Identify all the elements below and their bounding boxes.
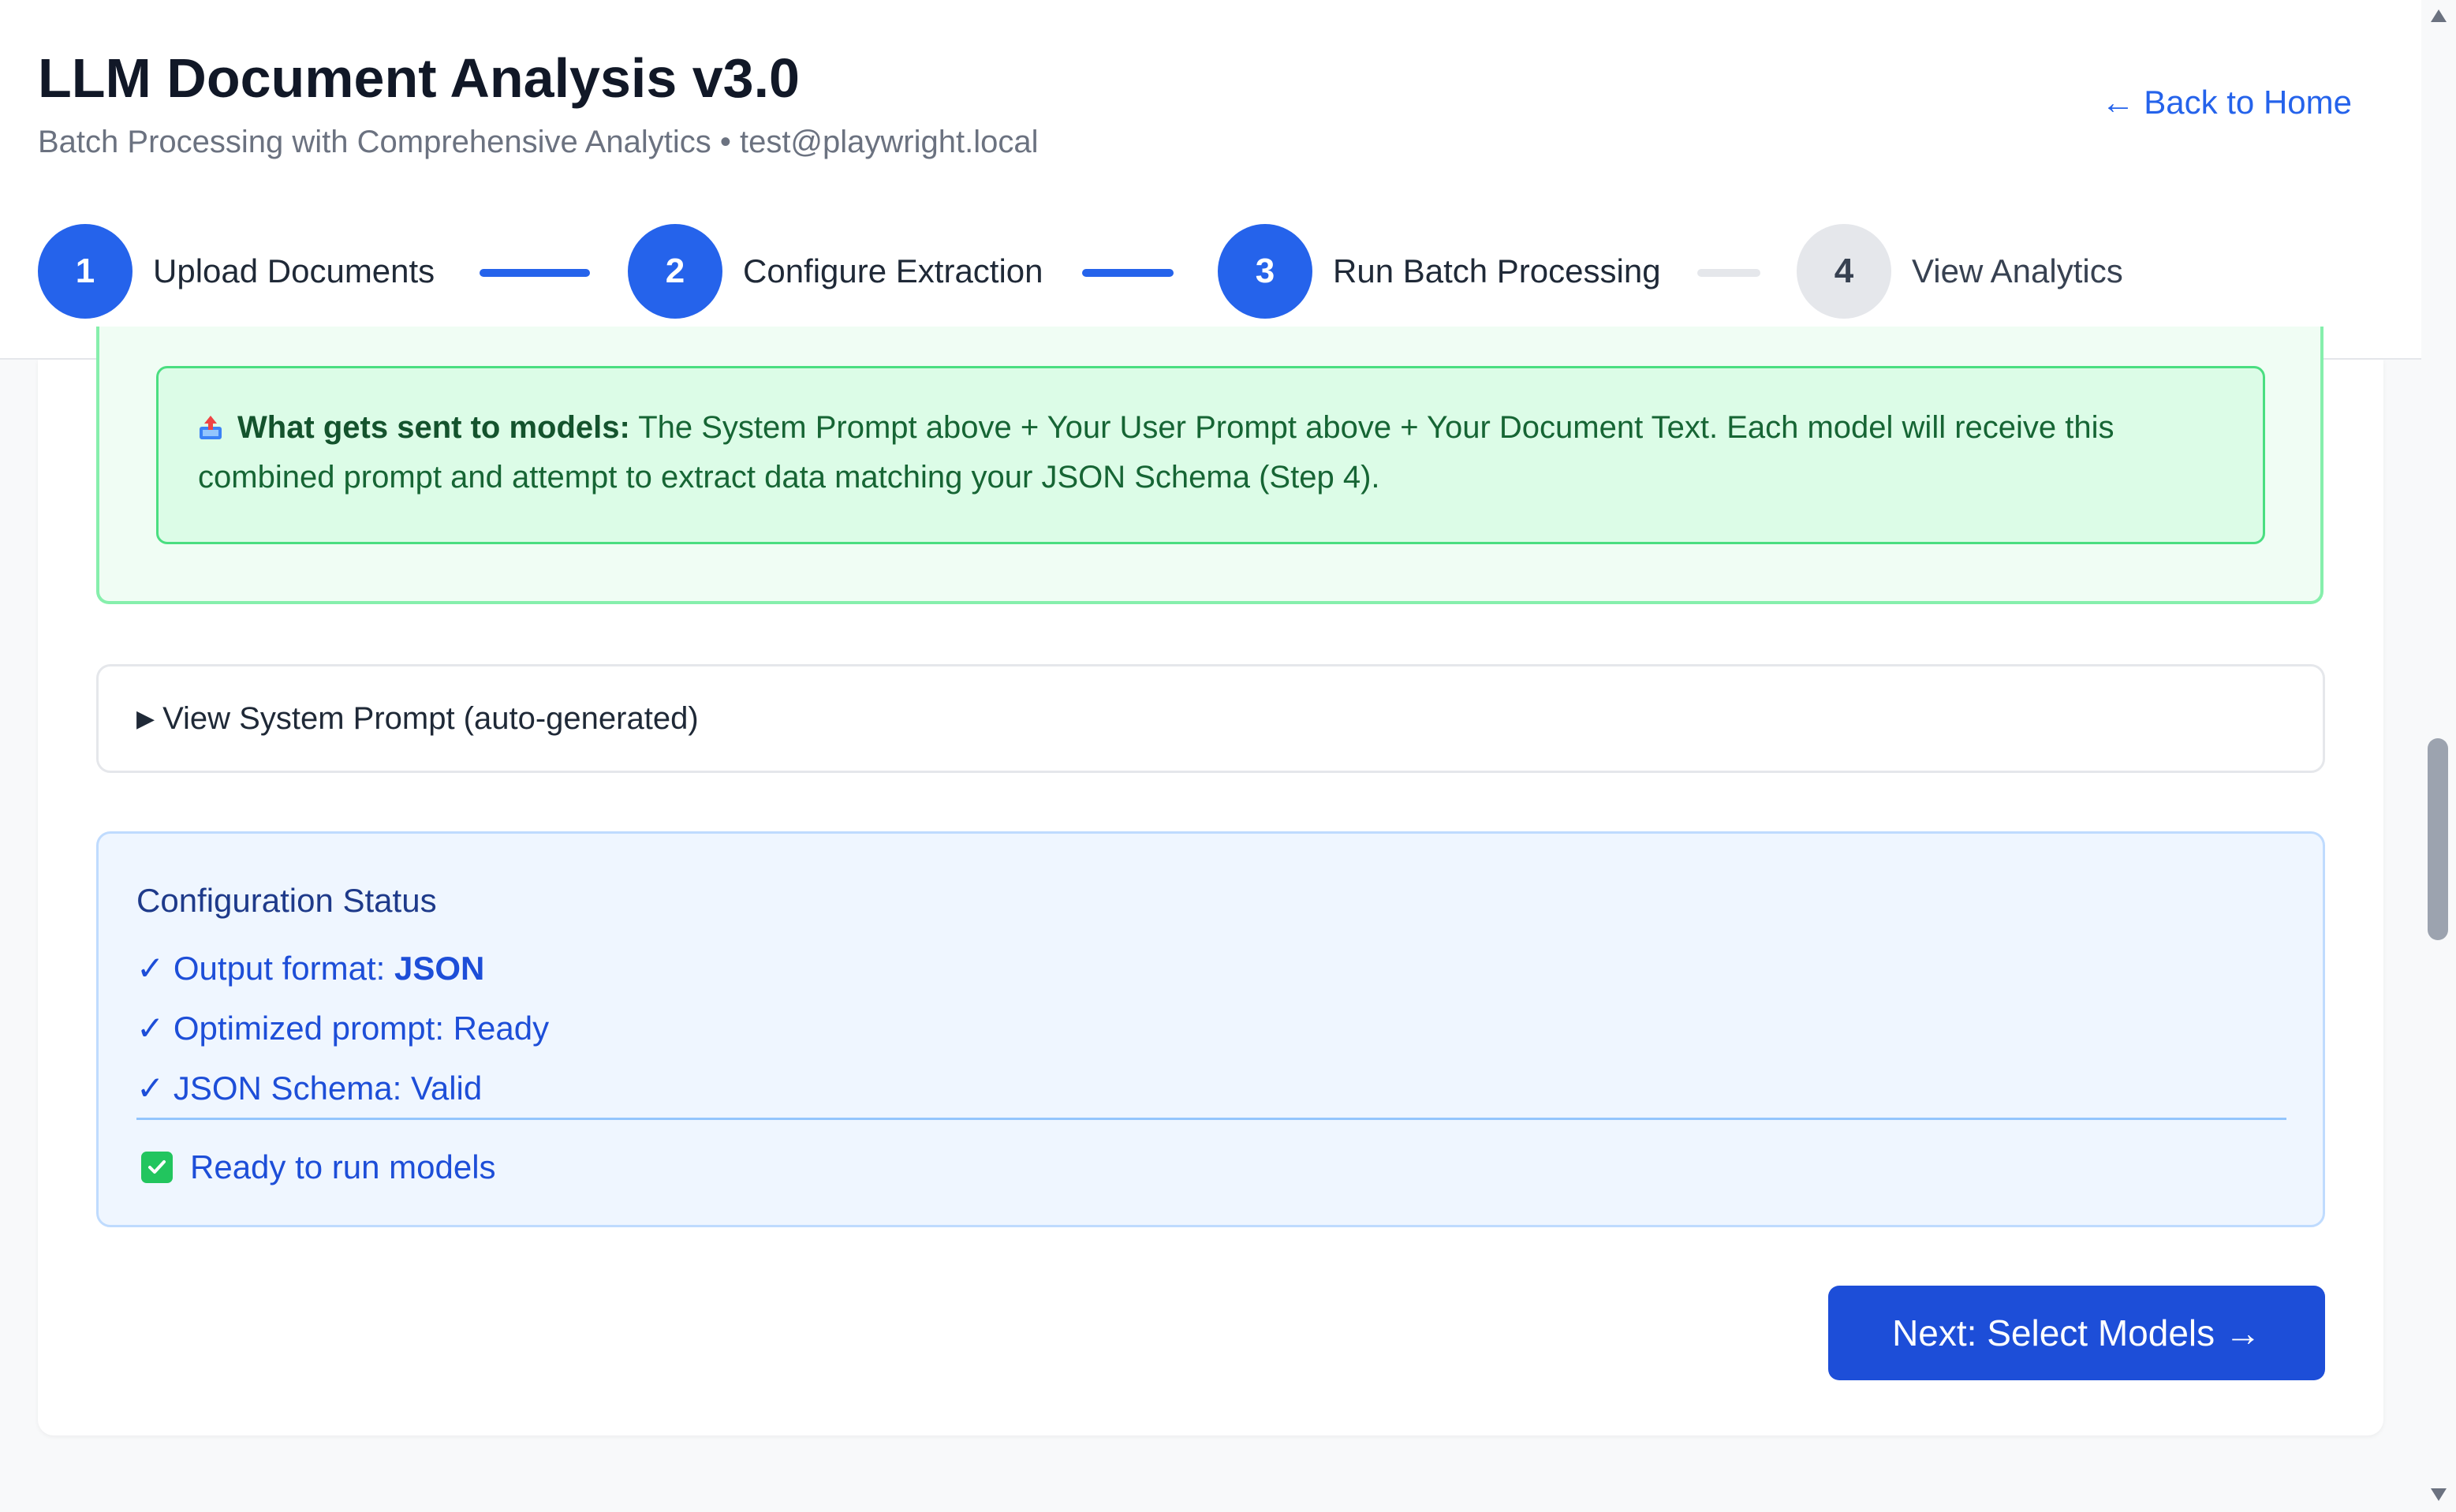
scroll-down-arrow-icon[interactable] <box>2431 1488 2447 1501</box>
step-label-2: Configure Extraction <box>743 252 1043 289</box>
step-label-4: View Analytics <box>1912 252 2123 289</box>
info-heading: What gets sent to models: <box>237 410 630 445</box>
step-label-1: Upload Documents <box>153 252 435 289</box>
step-number-1: 1 <box>38 224 133 319</box>
status-divider <box>136 1118 2286 1120</box>
step-number-2: 2 <box>628 224 722 319</box>
status-json-schema-label: JSON Schema: Valid <box>173 1070 483 1107</box>
configuration-status-title: Configuration Status <box>136 882 437 919</box>
models-info-box: What gets sent to models: The System Pro… <box>156 366 2265 544</box>
ready-text: Ready to run models <box>190 1148 496 1185</box>
system-prompt-toggle[interactable]: ▶ View System Prompt (auto-generated) <box>96 664 2325 773</box>
app-header: LLM Document Analysis v3.0 Batch Process… <box>0 0 2421 360</box>
page-subtitle: Batch Processing with Comprehensive Anal… <box>38 125 1039 159</box>
check-icon: ✓ <box>136 1010 165 1047</box>
configuration-status-panel: Configuration Status ✓ Output format: JS… <box>96 831 2325 1227</box>
step-run-batch-processing[interactable]: 3 Run Batch Processing <box>1218 224 1661 319</box>
scroll-up-arrow-icon[interactable] <box>2431 9 2447 22</box>
status-output-format-label: Output format: <box>173 950 394 987</box>
check-icon: ✓ <box>136 950 165 987</box>
step-label-3: Run Batch Processing <box>1333 252 1661 289</box>
expand-triangle-icon: ▶ <box>136 705 155 732</box>
status-output-format: ✓ Output format: JSON <box>136 946 484 991</box>
step-number-3: 3 <box>1218 224 1312 319</box>
next-select-models-button[interactable]: Next: Select Models → <box>1828 1286 2325 1380</box>
status-json-schema: ✓ JSON Schema: Valid <box>136 1066 482 1111</box>
step-configure-extraction[interactable]: 2 Configure Extraction <box>628 224 1043 319</box>
step-upload-documents[interactable]: 1 Upload Documents <box>38 224 435 319</box>
scrollbar-thumb[interactable] <box>2428 738 2448 940</box>
outbox-tray-icon <box>200 416 222 439</box>
progress-stepper: 1 Upload Documents 2 Configure Extractio… <box>38 224 2325 319</box>
page-title: LLM Document Analysis v3.0 <box>38 47 800 109</box>
system-prompt-toggle-label: View System Prompt (auto-generated) <box>162 700 699 736</box>
check-icon: ✓ <box>136 1070 165 1107</box>
step-number-4: 4 <box>1797 224 1891 319</box>
back-to-home-link[interactable]: ← Back to Home <box>2102 79 2352 126</box>
step-connector-2 <box>1082 269 1174 277</box>
status-optimized-prompt: ✓ Optimized prompt: Ready <box>136 1006 549 1051</box>
status-optimized-prompt-label: Optimized prompt: Ready <box>173 1010 550 1047</box>
step-connector-3 <box>1697 269 1760 277</box>
step-connector-1 <box>480 269 590 277</box>
vertical-scrollbar[interactable] <box>2421 0 2456 1512</box>
ready-indicator: Ready to run models <box>141 1144 496 1190</box>
step-view-analytics[interactable]: 4 View Analytics <box>1797 224 2123 319</box>
check-mark-button-icon <box>141 1152 173 1183</box>
status-output-format-value: JSON <box>394 950 485 987</box>
